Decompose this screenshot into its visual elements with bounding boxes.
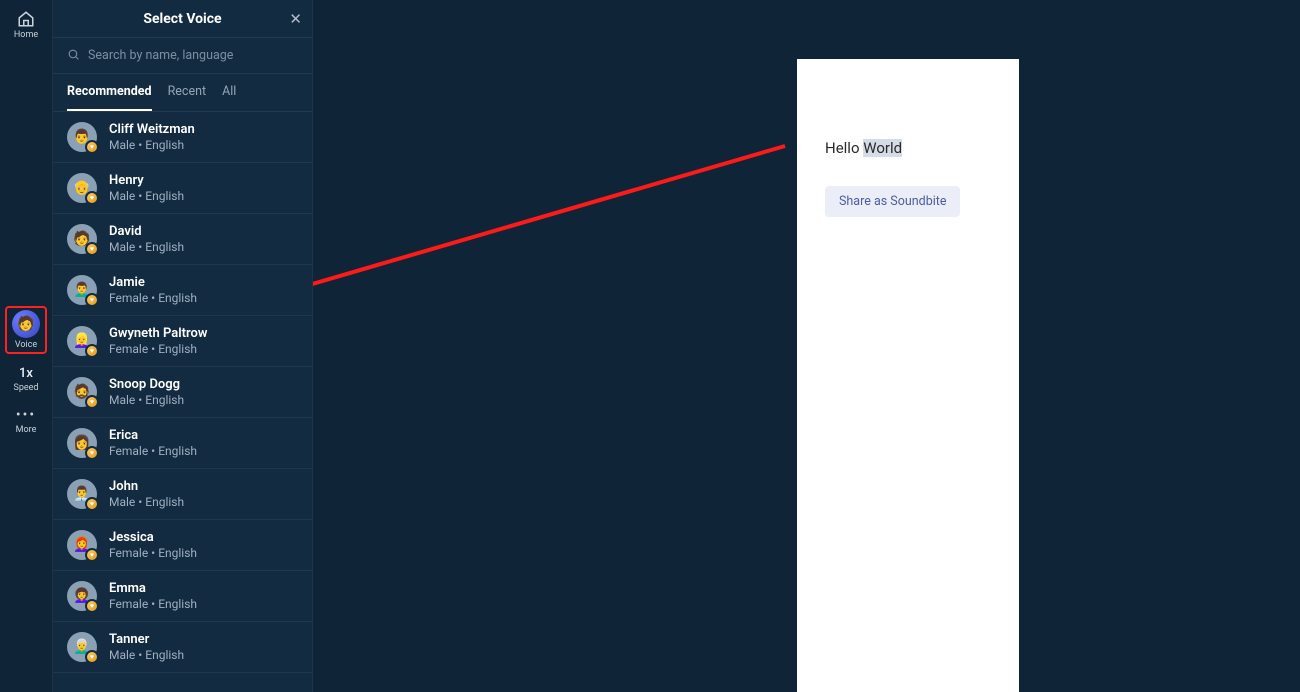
premium-badge-icon: ♥ (85, 395, 99, 409)
voice-name: Cliff Weitzman (109, 122, 195, 138)
panel-title: Select Voice (143, 11, 221, 27)
voice-tabs: Recommended Recent All (53, 74, 312, 112)
voice-name: Snoop Dogg (109, 377, 184, 393)
voice-name: Henry (109, 173, 184, 189)
voice-sub: Male • English (109, 648, 184, 662)
document-page: Hello World Share as Soundbite (797, 59, 1019, 692)
voice-sub: Female • English (109, 597, 197, 611)
voice-item[interactable]: 👨‍💼♥ JohnMale • English (53, 469, 312, 520)
premium-badge-icon: ♥ (85, 548, 99, 562)
voice-item[interactable]: 🧑♥ DavidMale • English (53, 214, 312, 265)
voice-avatar: 👴♥ (67, 173, 97, 203)
voice-name: Gwyneth Paltrow (109, 326, 207, 342)
voice-avatar: 👩‍🦱♥ (67, 581, 97, 611)
voice-avatar: 🧔♥ (67, 377, 97, 407)
voice-avatar: 👨‍🦱♥ (67, 275, 97, 305)
search-bar[interactable] (53, 38, 312, 74)
voice-sub: Female • English (109, 291, 197, 305)
doc-text-highlight: World (863, 139, 902, 157)
voice-list: 👨♥Cliff WeitzmanMale • English👴♥HenryMal… (53, 112, 312, 692)
nav-more[interactable]: ••• More (5, 403, 47, 437)
voice-name: Emma (109, 581, 197, 597)
tab-recent[interactable]: Recent (168, 84, 207, 111)
voice-name: Jessica (109, 530, 197, 546)
voice-sub: Male • English (109, 189, 184, 203)
premium-badge-icon: ♥ (85, 344, 99, 358)
voice-item[interactable]: 👩‍🦱♥ EmmaFemale • English (53, 571, 312, 622)
search-icon (67, 48, 80, 64)
voice-sub: Male • English (109, 240, 184, 254)
voice-avatar: 👨‍🦳♥ (67, 632, 97, 662)
nav-rail: Home 🧑 Voice 1x Speed ••• More (0, 0, 52, 692)
tab-recommended[interactable]: Recommended (67, 84, 152, 111)
voice-avatar: 👩‍🦰♥ (67, 530, 97, 560)
nav-more-label: More (16, 425, 37, 435)
premium-badge-icon: ♥ (85, 191, 99, 205)
premium-badge-icon: ♥ (85, 599, 99, 613)
premium-badge-icon: ♥ (85, 446, 99, 460)
premium-badge-icon: ♥ (85, 140, 99, 154)
home-icon (17, 10, 35, 28)
voice-name: David (109, 224, 184, 240)
voice-panel: Select Voice ✕ Recommended Recent All 👨♥… (52, 0, 313, 692)
voice-name: John (109, 479, 184, 495)
nav-home[interactable]: Home (5, 6, 47, 42)
voice-item[interactable]: 👱‍♀️♥ Gwyneth PaltrowFemale • English (53, 316, 312, 367)
voice-sub: Male • English (109, 495, 184, 509)
premium-badge-icon: ♥ (85, 293, 99, 307)
premium-badge-icon: ♥ (85, 497, 99, 511)
nav-home-label: Home (14, 30, 38, 40)
close-icon[interactable]: ✕ (289, 10, 302, 28)
voice-item[interactable]: 👨♥ Cliff WeitzmanMale • English (53, 112, 312, 163)
voice-item[interactable]: 👨‍🦳♥ TannerMale • English (53, 622, 312, 673)
voice-sub: Female • English (109, 342, 207, 356)
doc-text-plain: Hello (825, 139, 863, 157)
panel-header: Select Voice ✕ (53, 0, 312, 38)
voice-name: Erica (109, 428, 197, 444)
voice-name: Jamie (109, 275, 197, 291)
voice-avatar: 👩♥ (67, 428, 97, 458)
voice-sub: Male • English (109, 393, 184, 407)
search-input[interactable] (88, 48, 298, 63)
voice-item[interactable]: 🧔♥ Snoop DoggMale • English (53, 367, 312, 418)
voice-item[interactable]: 👩‍🦰♥ JessicaFemale • English (53, 520, 312, 571)
nav-voice[interactable]: 🧑 Voice (5, 306, 47, 354)
voice-sub: Male • English (109, 138, 195, 152)
voice-avatar-icon: 🧑 (12, 310, 40, 338)
more-icon: ••• (16, 407, 36, 423)
document-text[interactable]: Hello World (825, 139, 991, 158)
voice-item[interactable]: 👩♥ EricaFemale • English (53, 418, 312, 469)
share-soundbite-button[interactable]: Share as Soundbite (825, 186, 960, 217)
voice-avatar: 👨♥ (67, 122, 97, 152)
voice-avatar: 👱‍♀️♥ (67, 326, 97, 356)
voice-sub: Female • English (109, 546, 197, 560)
premium-badge-icon: ♥ (85, 242, 99, 256)
voice-sub: Female • English (109, 444, 197, 458)
voice-avatar: 🧑♥ (67, 224, 97, 254)
voice-name: Tanner (109, 632, 184, 648)
tab-all[interactable]: All (222, 84, 236, 111)
nav-speed[interactable]: 1x Speed (5, 362, 47, 395)
nav-voice-label: Voice (15, 340, 37, 350)
nav-speed-label: Speed (13, 383, 38, 393)
canvas: Hello World Share as Soundbite (313, 0, 1300, 692)
voice-item[interactable]: 👴♥ HenryMale • English (53, 163, 312, 214)
premium-badge-icon: ♥ (85, 650, 99, 664)
voice-avatar: 👨‍💼♥ (67, 479, 97, 509)
speed-value: 1x (19, 366, 33, 381)
voice-item[interactable]: 👨‍🦱♥ JamieFemale • English (53, 265, 312, 316)
